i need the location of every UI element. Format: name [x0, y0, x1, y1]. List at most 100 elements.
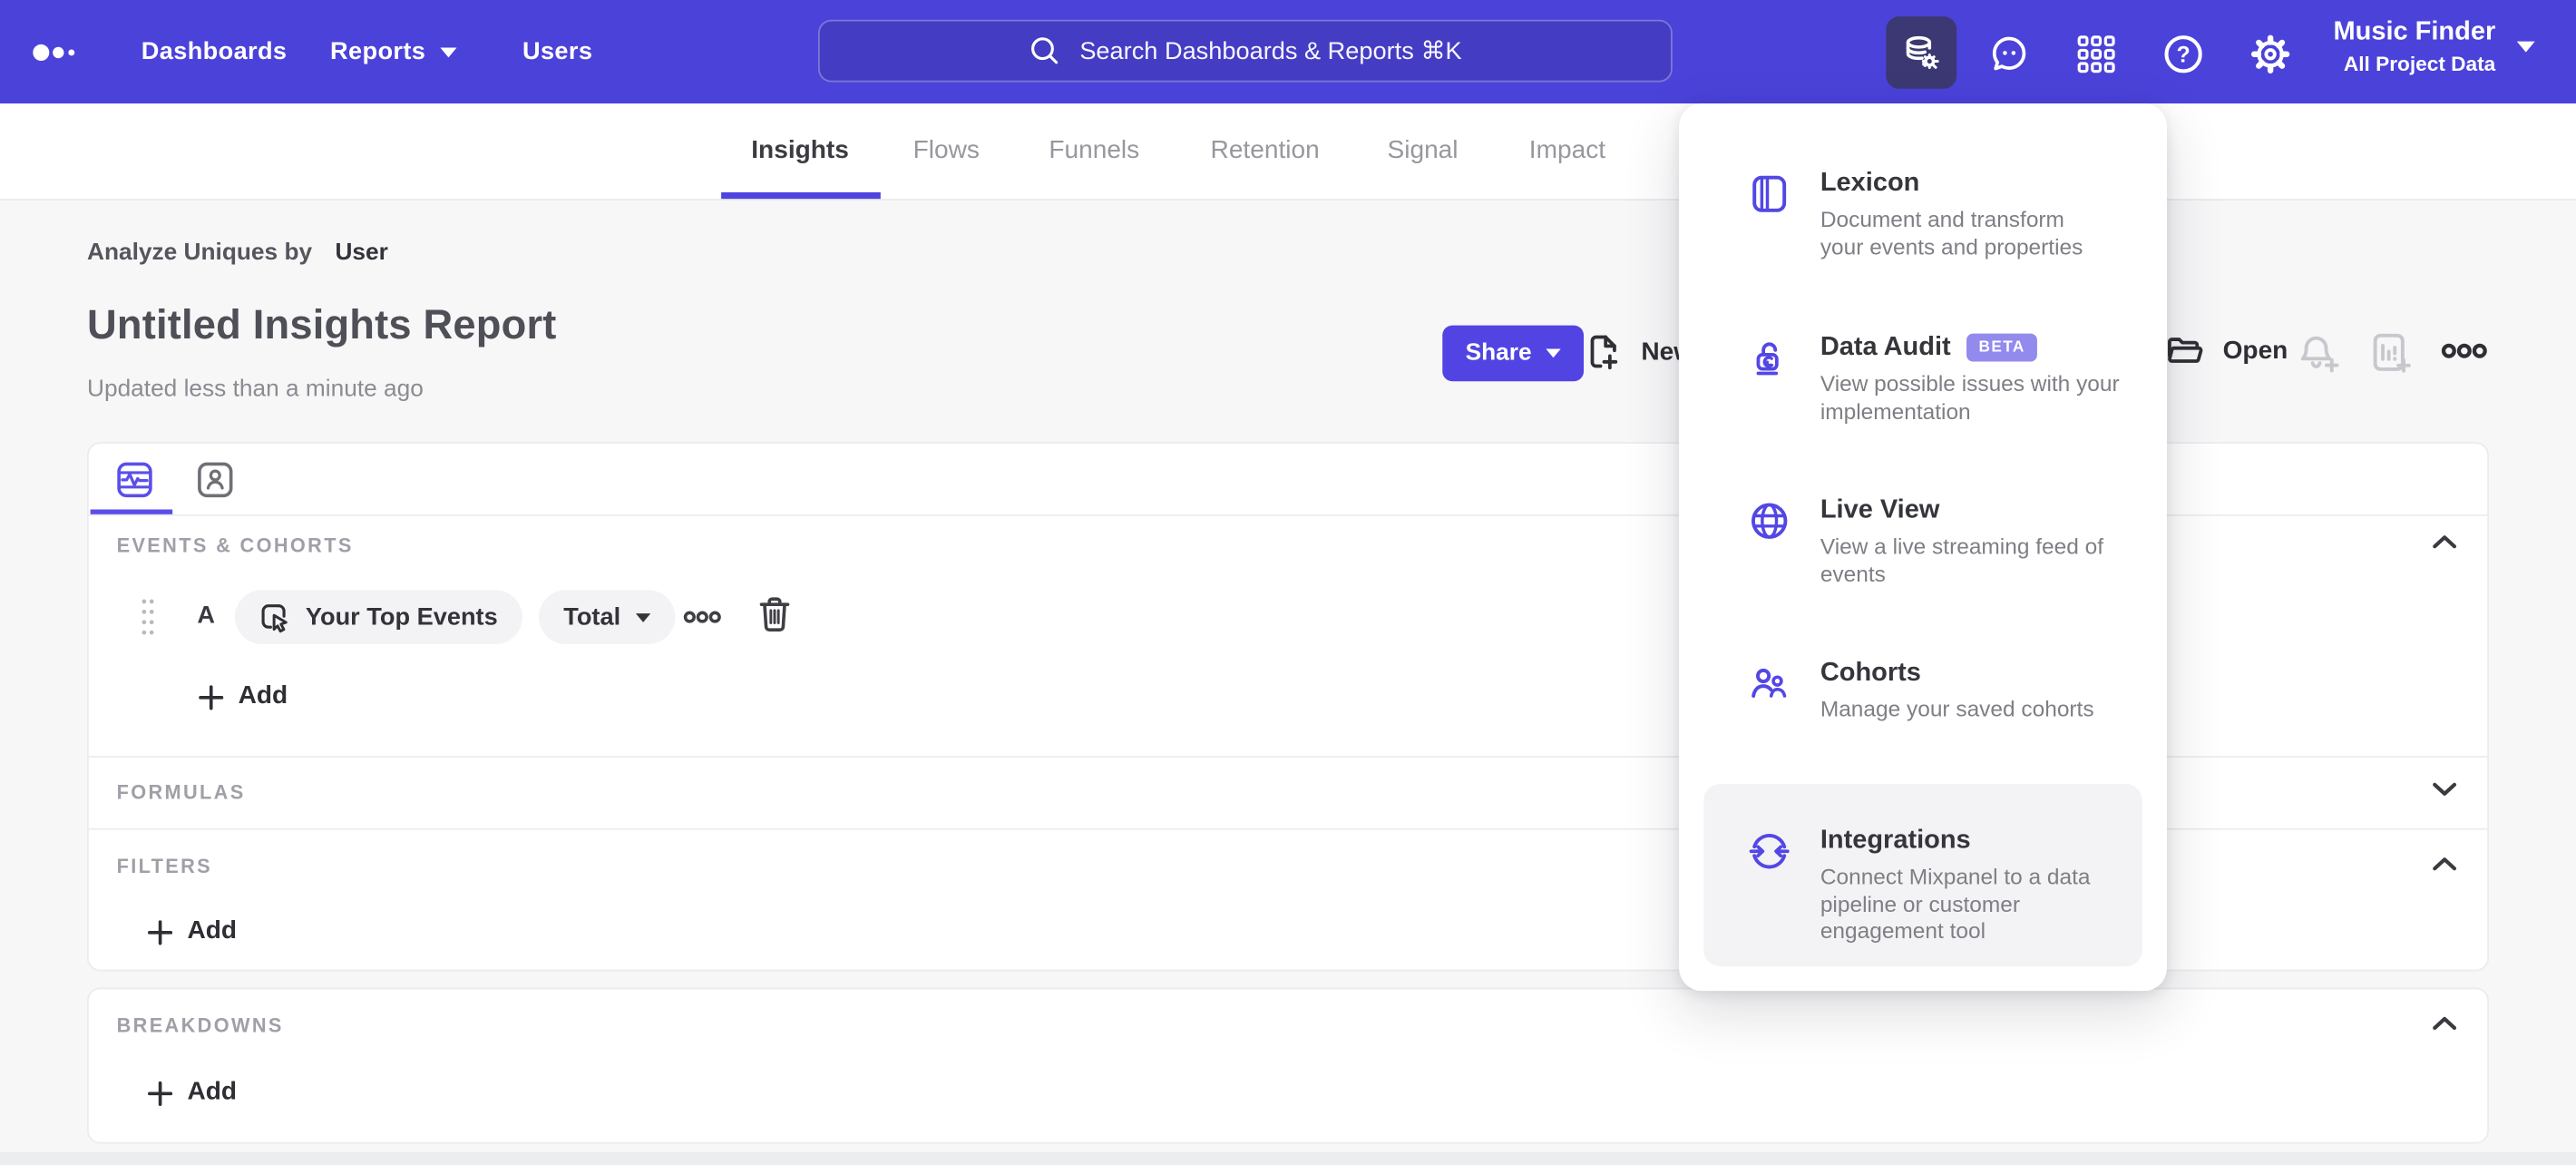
events-section-label: EVENTS & COHORTS — [116, 534, 354, 558]
tab-retention-label: Retention — [1210, 136, 1320, 165]
filters-section-label: FILTERS — [116, 854, 213, 878]
menu-item-cohorts[interactable]: Cohorts Manage your saved cohorts — [1748, 659, 2139, 724]
drag-dots-icon — [141, 599, 154, 635]
menu-item-description: Document and transform your events and p… — [1820, 207, 2083, 259]
database-gear-icon — [1906, 34, 1939, 69]
cohorts-people-icon — [1751, 668, 1787, 698]
analyze-value-selector[interactable]: User — [335, 240, 387, 266]
search-input[interactable]: Search Dashboards & Reports ⌘K — [817, 19, 1673, 83]
event-select-label: Your Top Events — [305, 602, 498, 631]
tab-impact-label: Impact — [1528, 136, 1606, 165]
menu-item-description: Manage your saved cohorts — [1820, 696, 2094, 722]
formulas-expand-chevron-down-icon[interactable] — [2432, 782, 2458, 797]
breakdowns-card: BREAKDOWNS Add — [86, 987, 2490, 1144]
open-report-label: Open — [2222, 336, 2288, 365]
settings-button[interactable] — [2248, 31, 2294, 77]
project-name: Music Finder — [2333, 17, 2496, 46]
active-tab-underline — [721, 191, 881, 200]
tab-insights[interactable]: Insights — [751, 103, 849, 199]
alert-bell-button[interactable] — [2297, 332, 2343, 378]
beta-badge: BETA — [1966, 332, 2037, 361]
add-filter-button[interactable]: Add — [148, 917, 237, 947]
grid-icon — [2077, 35, 2115, 73]
metric-select-button[interactable]: Total — [539, 590, 675, 644]
add-event-button[interactable]: Add — [199, 682, 288, 712]
apps-grid-button[interactable] — [2073, 31, 2120, 77]
pulse-chart-icon — [117, 462, 152, 498]
help-button[interactable]: ? — [2161, 31, 2207, 77]
menu-item-title: Cohorts — [1820, 659, 1921, 688]
caret-down-icon — [2516, 41, 2535, 53]
live-view-globe-icon — [1751, 503, 1788, 539]
breakdowns-section-label: BREAKDOWNS — [116, 1013, 284, 1037]
tab-flows-label: Flows — [912, 136, 980, 165]
breakdowns-collapse-chevron-up-icon[interactable] — [2432, 1015, 2458, 1031]
nav-reports-label: Reports — [330, 37, 426, 66]
feedback-bubble-icon — [1992, 36, 2026, 71]
add-breakdown-label: Add — [187, 1078, 238, 1106]
help-icon: ? — [2164, 35, 2202, 73]
menu-item-lexicon[interactable]: Lexicon Document and transform your even… — [1748, 170, 2139, 261]
trash-icon — [759, 597, 790, 632]
menu-item-integrations[interactable]: Integrations Connect Mixpanel to a data … — [1748, 827, 2139, 945]
menu-item-data-audit[interactable]: Data Audit BETA View possible issues wit… — [1748, 332, 2139, 426]
mixpanel-logo-icon[interactable] — [33, 36, 82, 69]
top-navigation-bar: Dashboards Reports Users Search Dashboar… — [0, 0, 2576, 104]
nav-reports[interactable]: Reports — [330, 0, 457, 103]
folder-open-icon — [2168, 338, 2203, 363]
integrations-sync-icon — [1749, 833, 1790, 869]
metric-select-label: Total — [563, 602, 621, 631]
share-button[interactable]: Share — [1442, 325, 1585, 382]
view-tab-events[interactable] — [117, 462, 153, 498]
report-tabbar: Insights Flows Funnels Retention Signal … — [0, 103, 2576, 201]
project-dataset: All Project Data — [2343, 52, 2496, 76]
page-title[interactable]: Untitled Insights Report — [87, 302, 557, 350]
svg-text:?: ? — [2177, 43, 2191, 67]
event-select-button[interactable]: Your Top Events — [235, 590, 522, 644]
file-plus-icon — [1590, 335, 1618, 370]
tab-funnels-label: Funnels — [1049, 136, 1140, 165]
event-row-more-button[interactable] — [683, 610, 721, 624]
nav-users-label: Users — [522, 37, 593, 66]
more-dots-icon — [683, 611, 721, 623]
tab-retention[interactable]: Retention — [1211, 103, 1320, 199]
menu-item-title: Lexicon — [1820, 169, 1920, 198]
tab-flows[interactable]: Flows — [913, 103, 980, 199]
event-row-drag-handle[interactable] — [140, 596, 156, 637]
menu-item-title: Live View — [1820, 495, 1940, 524]
bottom-strip — [0, 1151, 2576, 1165]
open-report-button[interactable]: Open — [2165, 334, 2288, 368]
analyze-breadcrumb: Analyze Uniques by User — [87, 240, 388, 266]
formulas-section-label: FORMULAS — [116, 780, 246, 804]
tab-insights-label: Insights — [751, 136, 849, 165]
menu-item-live-view[interactable]: Live View View a live streaming feed of … — [1748, 496, 2139, 588]
filters-collapse-chevron-up-icon[interactable] — [2432, 857, 2458, 871]
event-row-delete-button[interactable] — [757, 595, 792, 634]
nav-users[interactable]: Users — [522, 0, 592, 103]
search-placeholder: Search Dashboards & Reports ⌘K — [1079, 37, 1462, 66]
tab-funnels[interactable]: Funnels — [1049, 103, 1139, 199]
add-to-board-button[interactable] — [2369, 330, 2415, 378]
events-collapse-chevron-up-icon[interactable] — [2432, 534, 2458, 549]
more-dots-icon — [2441, 343, 2487, 358]
event-row-letter: A — [197, 601, 215, 630]
nav-dashboards-label: Dashboards — [141, 37, 288, 66]
add-breakdown-button[interactable]: Add — [148, 1078, 237, 1108]
view-tab-profiles[interactable] — [197, 462, 233, 498]
add-event-label: Add — [238, 681, 288, 710]
new-report-button[interactable]: New — [1582, 330, 1693, 377]
updated-status: Updated less than a minute ago — [86, 376, 424, 403]
project-switcher[interactable]: Music Finder All Project Data — [2334, 18, 2535, 75]
tab-signal[interactable]: Signal — [1387, 103, 1458, 199]
plus-icon — [148, 1080, 173, 1106]
chart-plus-icon — [2373, 333, 2411, 373]
analyze-label: Analyze Uniques by — [86, 240, 313, 267]
report-more-menu-button[interactable] — [2441, 342, 2487, 360]
plus-icon — [199, 684, 224, 710]
tab-impact[interactable]: Impact — [1529, 103, 1605, 199]
data-management-button[interactable] — [1886, 16, 1957, 89]
nav-dashboards[interactable]: Dashboards — [141, 0, 288, 103]
menu-item-title: Integrations — [1820, 827, 1971, 855]
feedback-button[interactable] — [1986, 31, 2033, 77]
tab-signal-label: Signal — [1387, 136, 1459, 165]
